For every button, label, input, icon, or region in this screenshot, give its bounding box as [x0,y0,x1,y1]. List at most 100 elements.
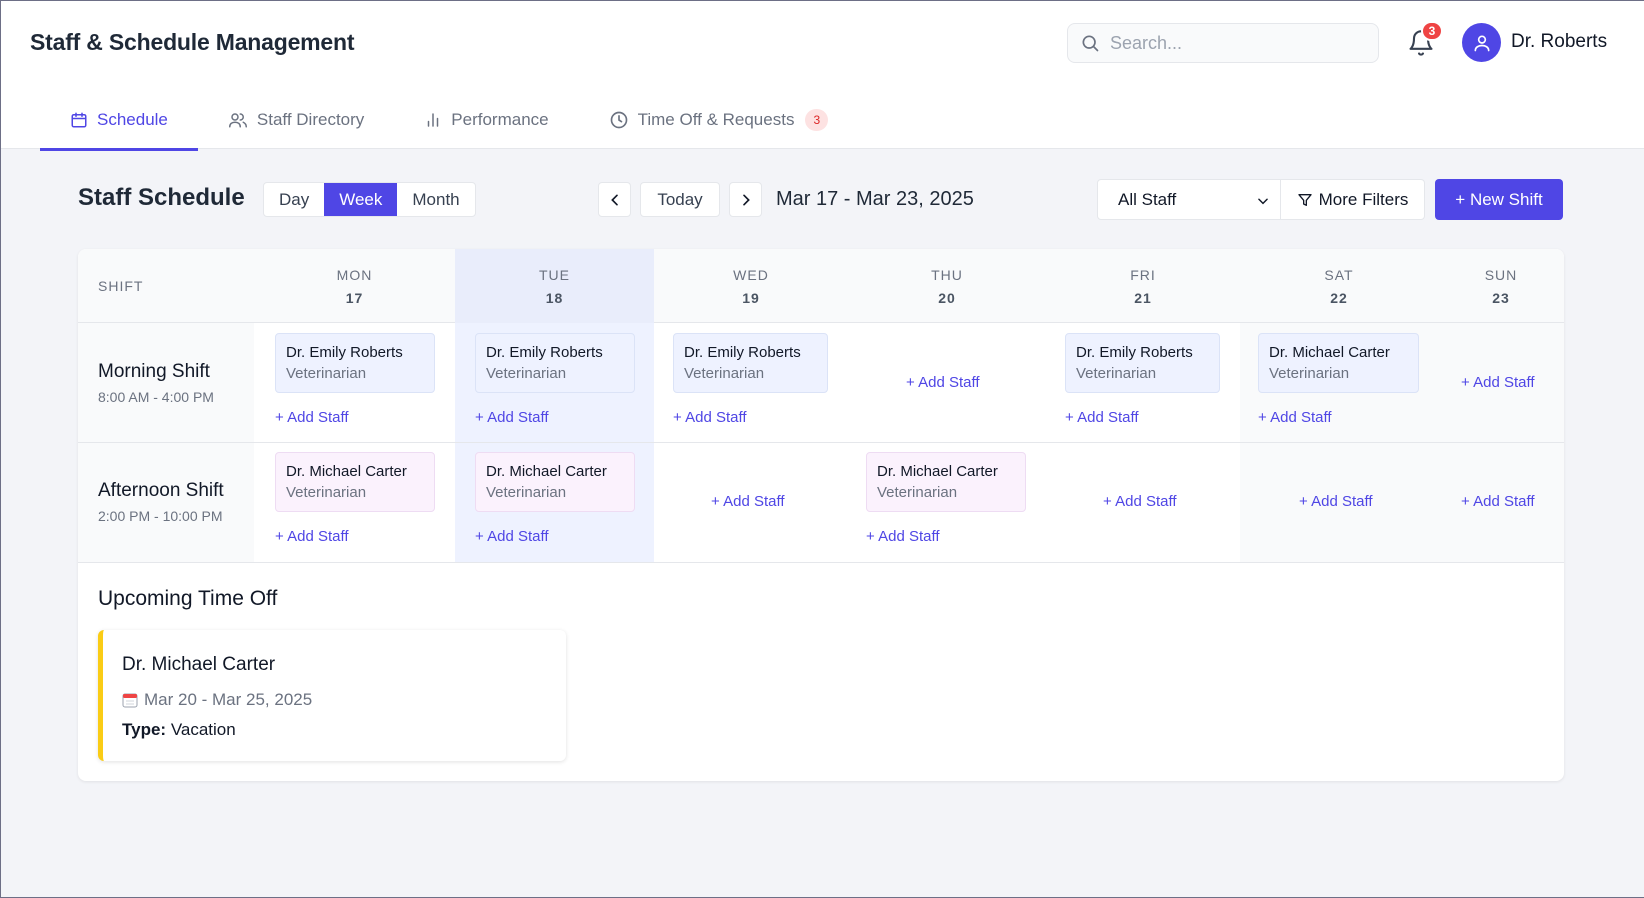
tab-staff-directory[interactable]: Staff Directory [198,89,394,150]
shift-assignment[interactable]: Dr. Michael Carter Veterinarian [475,452,635,512]
calendar-icon [122,693,138,708]
day-date: 22 [1330,290,1348,306]
staff-name: Dr. Emily Roberts [486,344,603,361]
chevron-left-icon [610,194,618,205]
tab-time-off[interactable]: Time Off & Requests 3 [579,89,859,150]
prev-week-button[interactable] [598,182,631,217]
add-staff-button[interactable]: + Add Staff [275,409,349,426]
chevron-down-icon [1258,198,1268,205]
day-date: 17 [345,290,364,306]
shift-assignment[interactable]: Dr. Michael Carter Veterinarian [1258,333,1419,393]
user-name[interactable]: Dr. Roberts [1511,31,1607,53]
add-staff-button[interactable]: + Add Staff [475,528,549,545]
day-header-sun: SUN 23 [1438,249,1564,323]
day-name: WED [733,267,769,283]
staff-name: Dr. Emily Roberts [684,344,801,361]
shift-assignment[interactable]: Dr. Emily Roberts Veterinarian [1065,333,1220,393]
shift-assignment[interactable]: Dr. Emily Roberts Veterinarian [673,333,828,393]
tab-label: Time Off & Requests [637,109,795,129]
staff-filter-value: All Staff [1118,189,1177,209]
time-off-heading: Upcoming Time Off [98,587,278,610]
staff-role: Veterinarian [486,365,567,382]
day-name: TUE [539,267,570,283]
next-week-button[interactable] [729,182,762,217]
staff-role: Veterinarian [286,484,367,501]
add-staff-button[interactable]: + Add Staff [1299,493,1373,510]
day-date: 20 [938,290,956,306]
staff-role: Veterinarian [1076,365,1157,382]
search-icon [1082,35,1099,52]
staff-name: Dr. Emily Roberts [1076,344,1193,361]
view-day-button[interactable]: Day [264,183,324,216]
day-name: THU [931,267,963,283]
day-header-sat: SAT 22 [1240,249,1438,323]
staff-role: Veterinarian [1269,365,1350,382]
view-month-button[interactable]: Month [397,183,474,216]
time-off-dates-row: Mar 20 - Mar 25, 2025 [122,690,312,710]
time-off-dates: Mar 20 - Mar 25, 2025 [144,690,313,709]
shift-assignment[interactable]: Dr. Michael Carter Veterinarian [275,452,435,512]
shift-name: Afternoon Shift [98,480,224,501]
day-date: 23 [1492,290,1510,306]
search-input[interactable] [1110,32,1350,54]
tab-performance[interactable]: Performance [394,89,578,150]
row-divider [78,562,1564,563]
time-off-type-row: Type: Vacation [122,720,236,740]
day-header-tue: TUE 18 [455,249,654,323]
more-filters-label: More Filters [1318,189,1409,209]
more-filters-button[interactable]: More Filters [1280,179,1425,220]
today-button[interactable]: Today [640,182,720,217]
morning-shift-label: Morning Shift 8:00 AM - 4:00 PM [78,323,254,442]
requests-badge: 3 [805,108,829,131]
tab-label: Staff Directory [256,109,365,129]
time-off-card[interactable]: Dr. Michael Carter Mar 20 - Mar 25, 2025… [98,630,566,761]
day-name: MON [336,267,373,283]
add-staff-button[interactable]: + Add Staff [1103,493,1177,510]
day-header-fri: FRI 21 [1046,249,1240,323]
add-staff-button[interactable]: + Add Staff [1065,409,1139,426]
users-icon [228,112,247,127]
main-tabs: Schedule Staff Directory Performance Tim… [40,89,859,151]
staff-role: Veterinarian [286,365,367,382]
time-off-type-label: Type: [122,720,167,739]
afternoon-shift-label: Afternoon Shift 2:00 PM - 10:00 PM [78,443,254,562]
staff-role: Veterinarian [486,484,567,501]
tab-schedule[interactable]: Schedule [40,89,198,151]
clock-icon [610,111,627,128]
day-date: 19 [742,290,760,306]
add-staff-button[interactable]: + Add Staff [906,374,980,391]
add-staff-button[interactable]: + Add Staff [475,409,549,426]
page-title: Staff Schedule [78,184,245,211]
day-date: 18 [545,290,564,306]
staff-name: Dr. Michael Carter [486,463,607,480]
top-bar: Staff & Schedule Management 3 Dr. Robert… [1,1,1644,151]
search-box[interactable] [1067,23,1379,63]
shift-assignment[interactable]: Dr. Emily Roberts Veterinarian [475,333,635,393]
add-staff-button[interactable]: + Add Staff [1258,409,1332,426]
day-header-thu: THU 20 [848,249,1046,323]
staff-filter-select[interactable]: All Staff [1097,179,1281,220]
day-header-mon: MON 17 [254,249,455,323]
view-week-button[interactable]: Week [324,183,398,216]
staff-name: Dr. Michael Carter [286,463,407,480]
avatar[interactable] [1462,23,1501,62]
day-name: FRI [1130,267,1156,283]
chevron-right-icon [742,194,750,205]
add-staff-button[interactable]: + Add Staff [1461,493,1535,510]
staff-role: Veterinarian [877,484,958,501]
add-staff-button[interactable]: + Add Staff [275,528,349,545]
shift-assignment[interactable]: Dr. Emily Roberts Veterinarian [275,333,435,393]
add-staff-button[interactable]: + Add Staff [866,528,940,545]
staff-name: Dr. Emily Roberts [286,344,403,361]
shift-assignment[interactable]: Dr. Michael Carter Veterinarian [866,452,1026,512]
add-staff-button[interactable]: + Add Staff [1461,374,1535,391]
user-icon [1474,35,1489,51]
notification-badge: 3 [1421,21,1443,41]
date-range: Mar 17 - Mar 23, 2025 [776,188,974,210]
shift-name: Morning Shift [98,361,210,382]
shift-time: 2:00 PM - 10:00 PM [98,508,223,524]
new-shift-button[interactable]: + New Shift [1435,179,1563,220]
add-staff-button[interactable]: + Add Staff [673,409,747,426]
add-staff-button[interactable]: + Add Staff [711,493,785,510]
shift-column-header: SHIFT [98,278,144,294]
